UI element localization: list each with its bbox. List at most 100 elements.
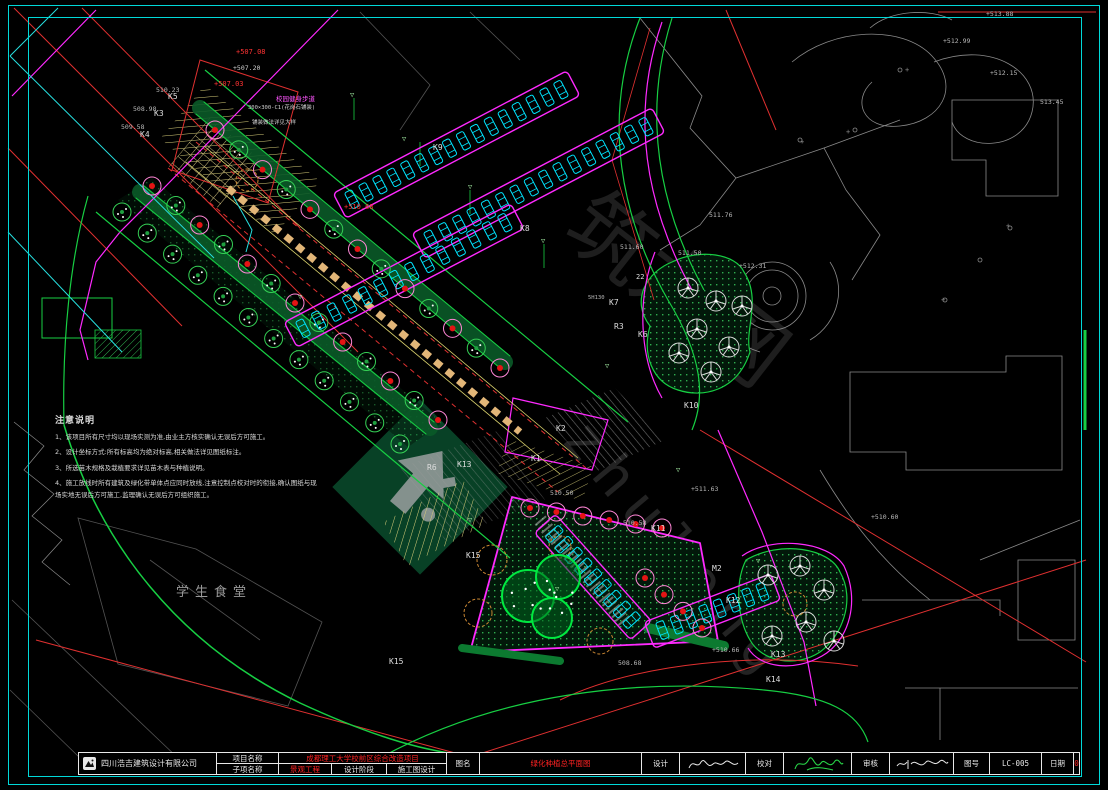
number-label: 图号 [953, 753, 989, 774]
signature-scribble-icon [789, 755, 847, 773]
check-label: 校对 [745, 753, 783, 774]
project-label: 项目名称 [216, 753, 278, 764]
plan-label: ▽ [402, 135, 407, 143]
plan-label: 510.50 [550, 489, 574, 497]
flower-speck [513, 605, 515, 607]
plan-label: +512.99 [943, 37, 970, 45]
green-tree-icon [189, 266, 207, 284]
plan-label: + [800, 138, 804, 146]
signature-scribble-icon [894, 756, 950, 772]
plan-label: K13 [457, 460, 472, 469]
parking-stall-icon [595, 139, 610, 159]
plan-label: ▽ [350, 91, 355, 99]
parking-stall-icon [581, 147, 596, 167]
checker-signature [783, 753, 851, 774]
review-label: 审核 [851, 753, 889, 774]
parking-stall-icon [552, 162, 567, 182]
green-tree-icon [214, 287, 232, 305]
parking-stall-icon [456, 131, 471, 151]
plan-label: ▽ [541, 237, 546, 245]
project-name: 成都理工大学校前区综合改造项目 [278, 753, 446, 764]
drawing-number: LC-005 [989, 753, 1041, 774]
flower-speck [546, 580, 548, 582]
plan-label: K1 [531, 454, 541, 463]
note-item: 1、该项目所有尺寸均以现场实测为准,由业主方核实确认无误后方可施工。 [55, 432, 317, 443]
plan-label: ▽ [468, 183, 473, 191]
notes-title: 注意说明 [55, 413, 317, 426]
parking-stall-icon [372, 175, 387, 195]
plan-label: K8 [520, 224, 530, 233]
drawing-name: 绿化种植总平面图 [479, 753, 641, 774]
plan-label: 509.58 [121, 123, 145, 131]
plan-label: 508.68 [618, 659, 642, 667]
plan-label: 511.76 [709, 211, 733, 219]
flower-speck [570, 603, 572, 605]
flower-speck [571, 592, 573, 594]
parking-stall-icon [525, 94, 540, 114]
parking-stall-icon [553, 80, 568, 100]
plan-label: R6 [427, 463, 437, 472]
green-tree-icon [113, 203, 131, 221]
parking-stall-icon [386, 168, 401, 188]
subitem-name: 景观工程 [278, 764, 331, 774]
company-name: 四川浩吉建筑设计有限公司 [101, 758, 197, 769]
plan-label: + [1006, 222, 1010, 230]
drawing-label: 图名 [446, 753, 479, 774]
parking-stall-icon [539, 87, 554, 107]
stage-label: 设计阶段 [331, 764, 386, 774]
plan-label: +507.20 [233, 64, 260, 72]
mountain-logo-icon [84, 758, 95, 769]
plan-label: +510.68 [344, 203, 374, 211]
flower-speck [555, 596, 557, 598]
parking-stall-icon [470, 124, 485, 144]
company-cell: 四川浩吉建筑设计有限公司 [79, 753, 216, 774]
plan-label: 510.58 [623, 519, 647, 527]
date-label: 日期 [1041, 753, 1073, 774]
plan-label: K9 [433, 143, 443, 152]
green-tree-icon [138, 224, 156, 242]
plan-label: +507.03 [214, 80, 244, 88]
plan-label: +510.66 [712, 646, 739, 654]
flower-speck [561, 612, 563, 614]
plan-label: 铺装做法详见大样 [252, 118, 297, 126]
plan-label: + [905, 66, 909, 74]
plan-label: 511.60 [620, 243, 644, 251]
plan-label: K10 [684, 401, 699, 410]
green-tree-icon [239, 308, 257, 326]
parking-stall-icon [624, 124, 639, 144]
plan-label: K15 [389, 657, 404, 666]
plan-label: K14 [766, 675, 781, 684]
tree-canopy-cluster [532, 598, 572, 638]
plan-label: K11 [651, 524, 666, 533]
reviewer-signature [889, 753, 953, 774]
plan-label: K12 [726, 596, 741, 605]
notes-block: 注意说明 1、该项目所有尺寸均以现场实测为准,由业主方核实确认无误后方可施工。2… [55, 413, 317, 505]
plan-label: 300×300-C1(花岗石铺装) [248, 103, 315, 111]
parking-stall-icon [373, 278, 388, 298]
plan-label: K15 [466, 551, 481, 560]
plan-label: 校园健身步道 [276, 94, 316, 103]
plan-label: ▽ [676, 466, 681, 474]
parking-stall-icon [414, 153, 429, 173]
plan-label: K7 [609, 298, 619, 307]
flower-speck [549, 607, 551, 609]
plan-label: + [846, 128, 850, 136]
parking-stall-icon [326, 302, 341, 322]
parking-stall-icon [567, 154, 582, 174]
plan-label: +507.08 [236, 48, 266, 56]
company-logo [83, 757, 96, 770]
plan-label: 22 [636, 273, 644, 281]
flower-speck [539, 607, 541, 609]
flower-speck [549, 589, 551, 591]
plan-label: K2 [556, 424, 566, 433]
design-label: 设计 [641, 753, 679, 774]
parking-stall-icon [511, 102, 526, 122]
parking-stall-icon [442, 138, 457, 158]
parking-stall-icon [509, 184, 524, 204]
plan-label: 学生食堂 [176, 584, 252, 600]
parking-stall-icon [400, 160, 415, 180]
plan-label: K6 [638, 330, 648, 339]
subitem-label: 子项名称 [216, 764, 278, 774]
title-block: 四川浩吉建筑设计有限公司 项目名称 成都理工大学校前区综合改造项目 子项名称 景… [78, 752, 1080, 775]
note-item: 3、所选苗木规格及栽植要求详见苗木表与种植说明。 [55, 463, 317, 474]
